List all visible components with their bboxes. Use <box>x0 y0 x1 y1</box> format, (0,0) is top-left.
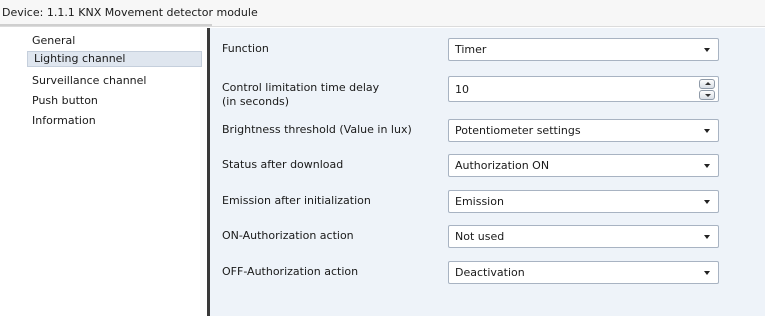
tab-underline <box>0 24 212 26</box>
chevron-down-icon <box>704 129 710 133</box>
control-limitation-label-line1: Control limitation time delay <box>222 81 380 94</box>
parameter-panel: Function Timer Control limitation time d… <box>210 28 765 316</box>
chevron-down-icon <box>704 271 710 275</box>
spin-down-icon <box>705 94 711 97</box>
spin-up-icon <box>705 82 711 85</box>
device-title: Device: 1.1.1 KNX Movement detector modu… <box>2 6 258 19</box>
sidebar-item-push-button[interactable]: Push button <box>26 93 104 109</box>
emission-after-init-label: Emission after initialization <box>222 194 371 207</box>
sidebar-item-general[interactable]: General <box>26 33 81 49</box>
sidebar: General Lighting channel Surveillance ch… <box>0 28 205 316</box>
on-authorization-label: ON-Authorization action <box>222 229 354 242</box>
chevron-down-icon <box>704 235 710 239</box>
control-limitation-spinbox[interactable]: 10 <box>448 76 719 102</box>
on-authorization-value: Not used <box>455 230 505 243</box>
chevron-down-icon <box>704 200 710 204</box>
function-value: Timer <box>455 43 487 56</box>
sidebar-item-surveillance-channel[interactable]: Surveillance channel <box>26 73 152 89</box>
brightness-threshold-value: Potentiometer settings <box>455 124 581 137</box>
sidebar-item-information[interactable]: Information <box>26 113 102 129</box>
chevron-down-icon <box>704 48 710 52</box>
on-authorization-dropdown[interactable]: Not used <box>448 225 719 248</box>
off-authorization-dropdown[interactable]: Deactivation <box>448 261 719 284</box>
status-after-download-label: Status after download <box>222 158 344 171</box>
chevron-down-icon <box>704 164 710 168</box>
spin-up-button[interactable] <box>699 79 715 89</box>
control-limitation-value: 10 <box>455 83 469 96</box>
sidebar-item-lighting-channel[interactable]: Lighting channel <box>27 51 202 67</box>
off-authorization-value: Deactivation <box>455 266 525 279</box>
title-bar: Device: 1.1.1 KNX Movement detector modu… <box>0 0 765 27</box>
emission-after-init-value: Emission <box>455 195 504 208</box>
off-authorization-label: OFF-Authorization action <box>222 265 359 278</box>
brightness-threshold-label: Brightness threshold (Value in lux) <box>222 123 412 136</box>
status-after-download-value: Authorization ON <box>455 159 550 172</box>
control-limitation-label-line2: (in seconds) <box>222 95 290 108</box>
function-dropdown[interactable]: Timer <box>448 38 719 61</box>
function-label: Function <box>222 42 269 55</box>
brightness-threshold-dropdown[interactable]: Potentiometer settings <box>448 119 719 142</box>
spin-down-button[interactable] <box>699 90 715 100</box>
emission-after-init-dropdown[interactable]: Emission <box>448 190 719 213</box>
status-after-download-dropdown[interactable]: Authorization ON <box>448 154 719 177</box>
